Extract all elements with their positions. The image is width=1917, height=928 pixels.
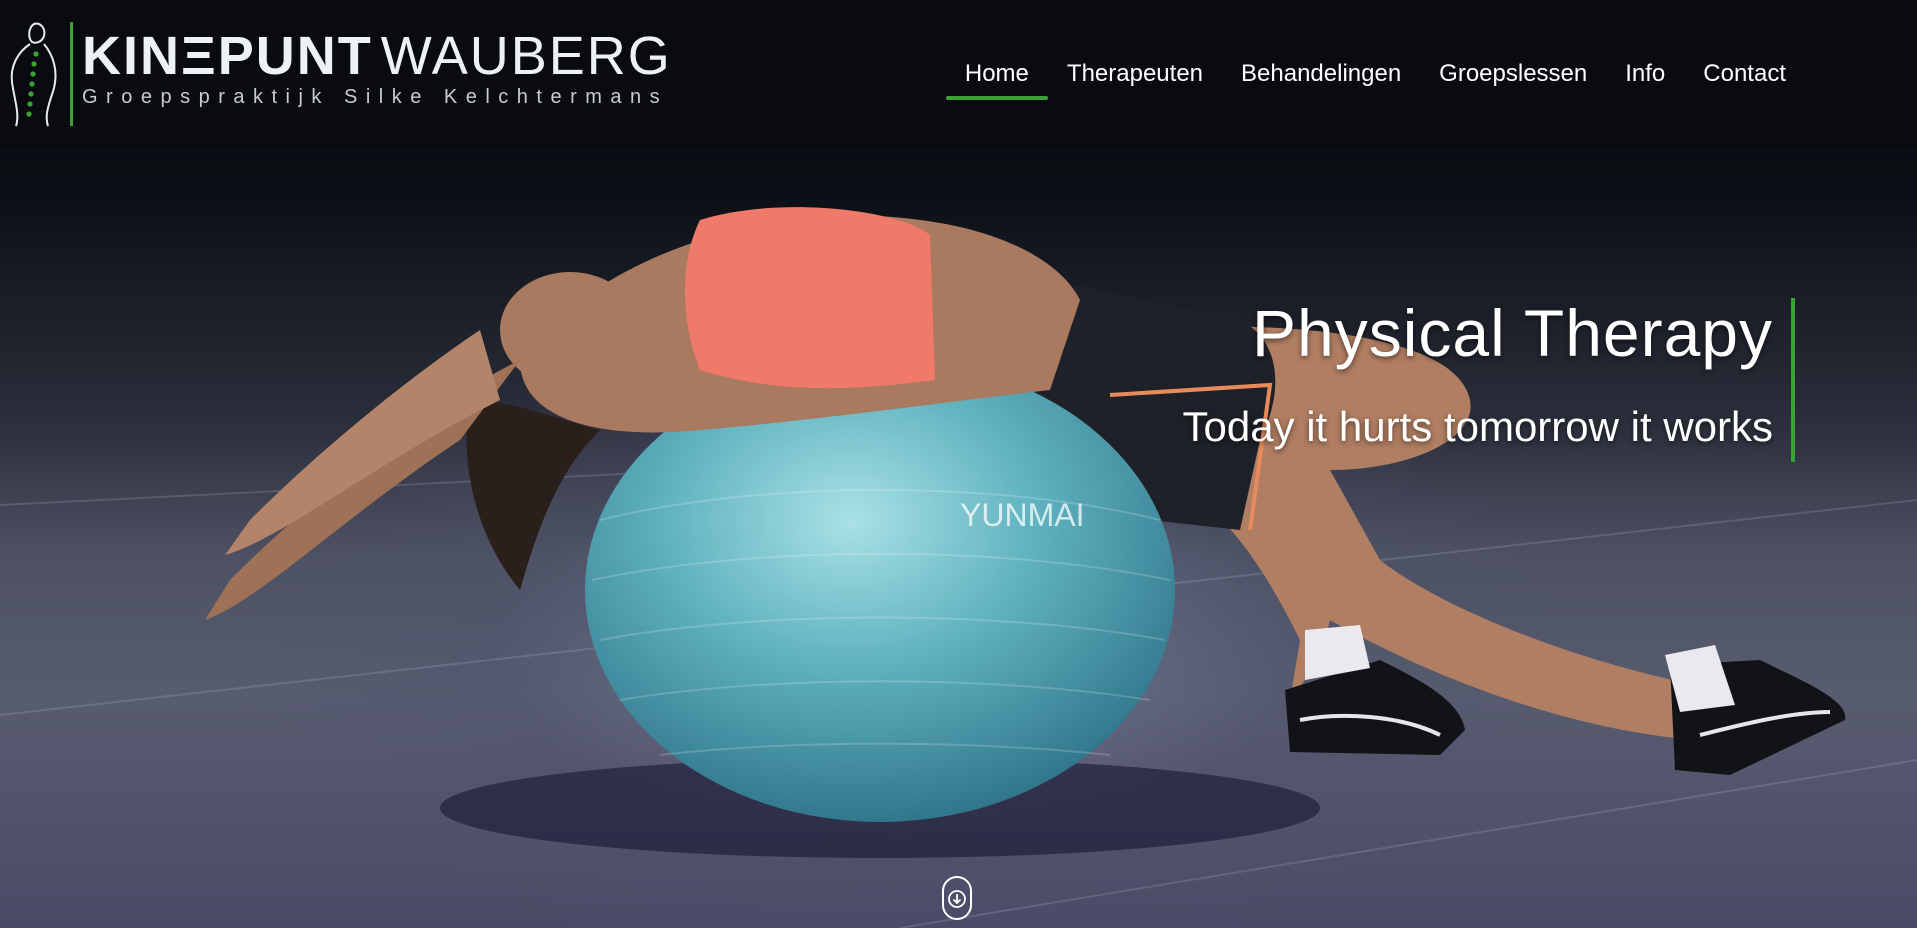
logo-tagline: Groepspraktijk Silke Kelchtermans — [82, 86, 669, 108]
ball-brand-text: YUNMAI — [960, 497, 1084, 533]
logo-title: KINΞPUNT WAUBERG — [82, 26, 672, 86]
spine-figure-icon — [10, 22, 57, 127]
scroll-down-button[interactable] — [942, 876, 972, 920]
logo-name-bold: KINΞPUNT — [82, 26, 373, 86]
hero-title: Physical Therapy — [1251, 296, 1773, 370]
nav-item-groepslessen[interactable]: Groepslessen — [1420, 56, 1606, 102]
logo-divider — [70, 22, 73, 126]
main-nav: Home Therapeuten Behandelingen Groepsles… — [945, 56, 1805, 102]
nav-item-therapeuten[interactable]: Therapeuten — [1048, 56, 1222, 102]
site-header: KINΞPUNT WAUBERG Groepspraktijk Silke Kel… — [0, 0, 1917, 148]
site-logo[interactable]: KINΞPUNT WAUBERG Groepspraktijk Silke Kel… — [0, 18, 670, 130]
nav-item-contact[interactable]: Contact — [1684, 56, 1805, 102]
hero-text-block: Physical Therapy Today it hurts tomorrow… — [1182, 298, 1795, 462]
nav-item-info[interactable]: Info — [1606, 56, 1684, 102]
arrow-down-circle-icon — [948, 890, 966, 908]
logo-name-light: WAUBERG — [380, 26, 672, 86]
page: YUNMAI KINΞPUNT WAUBERG Groepspraktijk S… — [0, 0, 1917, 928]
nav-item-home[interactable]: Home — [945, 56, 1048, 102]
hero-subtitle: Today it hurts tomorrow it works — [1182, 403, 1773, 450]
nav-item-behandelingen[interactable]: Behandelingen — [1222, 56, 1420, 102]
